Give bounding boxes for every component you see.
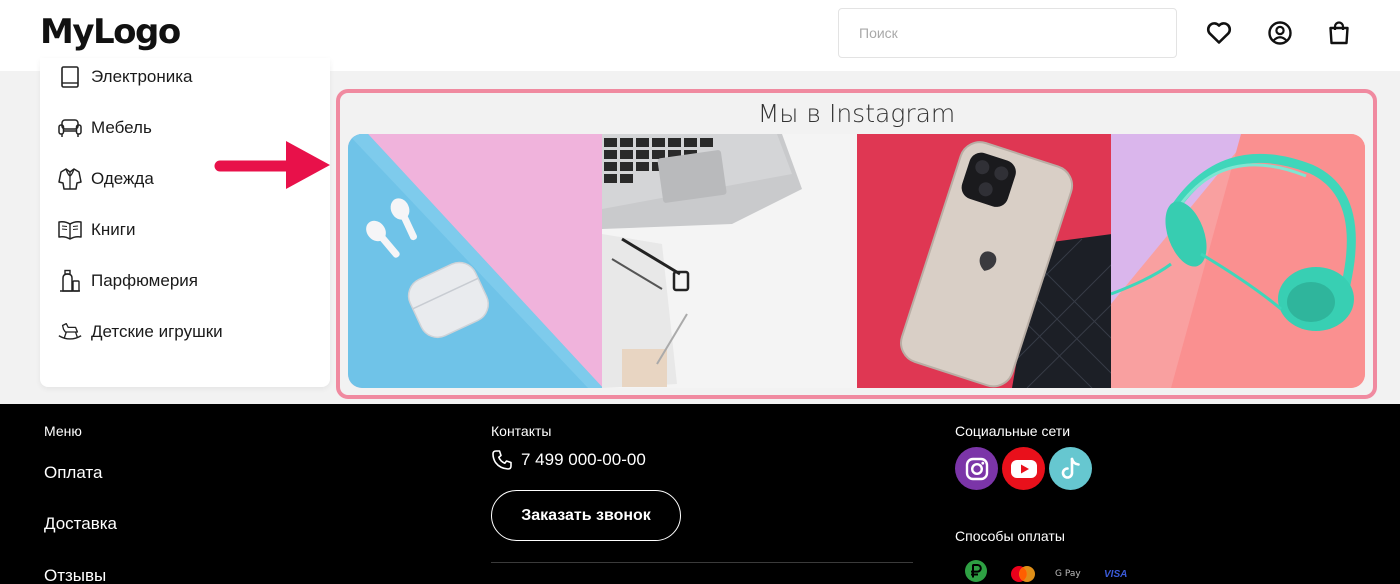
- footer-social-heading: Социальные сети: [955, 423, 1071, 439]
- youtube-icon[interactable]: [1002, 447, 1045, 490]
- sofa-icon: [57, 115, 83, 141]
- footer-payment-heading: Способы оплаты: [955, 528, 1065, 544]
- mastercard-icon: [1009, 564, 1037, 584]
- tablet-icon: [57, 64, 83, 90]
- footer-link-payment[interactable]: Оплата: [44, 463, 102, 483]
- footer-divider: [491, 562, 913, 563]
- instagram-post-headphones[interactable]: [1110, 134, 1365, 388]
- search-input[interactable]: [838, 8, 1177, 58]
- perfume-icon: [57, 268, 83, 294]
- instagram-post-airpods[interactable]: [348, 134, 603, 388]
- sidebar-item-clothes[interactable]: Одежда: [57, 164, 154, 194]
- sidebar-item-electronics[interactable]: Электроника: [57, 62, 193, 92]
- instagram-title: Мы в Instagram: [757, 99, 956, 128]
- visa-icon: VISA: [1104, 568, 1128, 580]
- instagram-post-laptop[interactable]: [602, 134, 858, 388]
- footer-contacts-heading: Контакты: [491, 423, 552, 439]
- footer: Меню Оплата Доставка Отзывы Контакты 7 4…: [0, 404, 1400, 584]
- sidebar-item-perfume[interactable]: Парфюмерия: [57, 266, 198, 296]
- instagram-section: Мы в Instagram: [336, 89, 1377, 399]
- footer-link-reviews[interactable]: Отзывы: [44, 566, 106, 584]
- jacket-icon: [57, 166, 83, 192]
- sidebar-item-label: Парфюмерия: [91, 271, 198, 290]
- logo[interactable]: MyLogo: [40, 12, 181, 52]
- footer-menu-heading: Меню: [44, 423, 82, 439]
- category-sidebar: Электроника Мебель Одежда Книги Парфюмер…: [40, 58, 330, 387]
- sidebar-item-label: Детские игрушки: [91, 322, 223, 341]
- sidebar-item-label: Мебель: [91, 118, 152, 137]
- sidebar-item-label: Книги: [91, 220, 136, 239]
- tiktok-icon[interactable]: [1049, 447, 1092, 490]
- phone-number: 7 499 000-00-00: [521, 450, 646, 469]
- heart-icon[interactable]: [1205, 19, 1233, 47]
- rocking-horse-icon: [57, 319, 83, 345]
- instagram-post-iphone[interactable]: [856, 134, 1112, 388]
- sidebar-item-books[interactable]: Книги: [57, 215, 135, 245]
- phone-icon: [491, 449, 513, 471]
- footer-link-delivery[interactable]: Доставка: [44, 514, 117, 534]
- bag-icon[interactable]: [1325, 19, 1353, 47]
- instagram-icon[interactable]: [955, 447, 998, 490]
- phone-contact[interactable]: 7 499 000-00-00: [491, 449, 646, 471]
- sidebar-item-furniture[interactable]: Мебель: [57, 113, 152, 143]
- book-icon: [57, 217, 83, 243]
- instagram-feed: [348, 134, 1365, 388]
- order-call-button[interactable]: Заказать звонок: [491, 490, 681, 541]
- sidebar-item-toys[interactable]: Детские игрушки: [57, 317, 223, 347]
- gpay-icon: G Pay: [1055, 569, 1081, 579]
- user-icon[interactable]: [1266, 19, 1294, 47]
- sidebar-item-label: Электроника: [91, 67, 193, 86]
- ruble-icon: [963, 560, 989, 582]
- sidebar-item-label: Одежда: [91, 169, 154, 188]
- pointer-arrow-icon: [214, 138, 332, 197]
